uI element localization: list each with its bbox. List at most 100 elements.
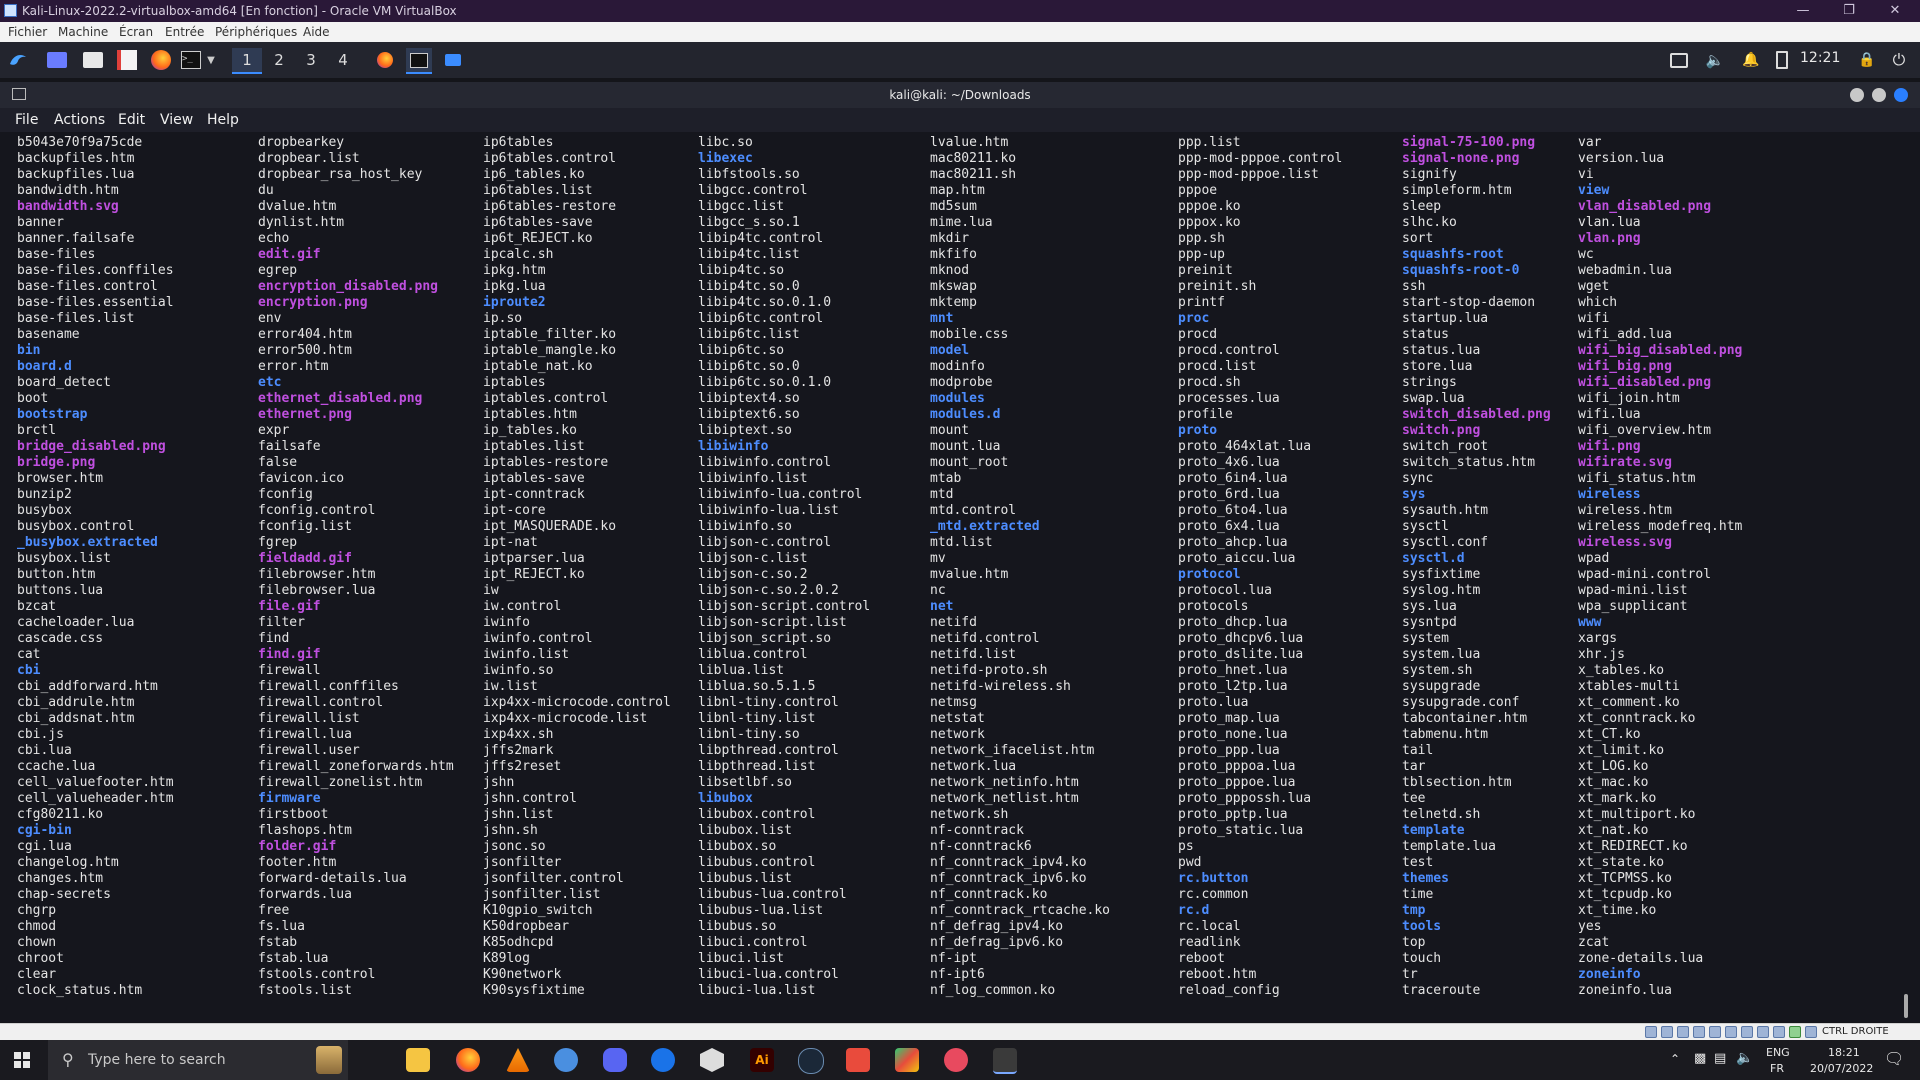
tray-date[interactable]: 20/07/2022 bbox=[1810, 1062, 1873, 1075]
ls-entry: cell_valuefooter.htm bbox=[17, 775, 174, 790]
terminal-minimize-button[interactable] bbox=[1850, 88, 1864, 102]
ls-entry: ip6t_REJECT.ko bbox=[483, 231, 593, 246]
terminal-window-icon bbox=[12, 88, 26, 100]
ls-entry: bzcat bbox=[17, 599, 57, 614]
ls-entry: xargs bbox=[1578, 631, 1618, 646]
terminal-menu-actions[interactable]: Actions bbox=[54, 108, 105, 132]
package-cube-icon[interactable] bbox=[700, 1048, 724, 1072]
ls-entry: sort bbox=[1402, 231, 1434, 246]
close-button[interactable]: ✕ bbox=[1872, 0, 1918, 22]
tray-overflow-icon[interactable]: ⌃ bbox=[1670, 1052, 1680, 1066]
display-status-icon[interactable] bbox=[1741, 1026, 1753, 1038]
mouse-integration-icon[interactable] bbox=[1789, 1026, 1801, 1038]
illustrator-icon[interactable]: Ai bbox=[750, 1048, 774, 1072]
power-icon[interactable]: ⏻ bbox=[1888, 48, 1910, 72]
cpu-status-icon[interactable] bbox=[1773, 1026, 1785, 1038]
display-icon[interactable] bbox=[1668, 48, 1690, 72]
ls-entry: protocol bbox=[1178, 567, 1241, 582]
tray-time[interactable]: 18:21 bbox=[1828, 1046, 1860, 1059]
windows-start-icon[interactable] bbox=[14, 1052, 30, 1068]
ls-entry: template bbox=[1402, 823, 1465, 838]
ls-entry: proto_464xlat.lua bbox=[1178, 439, 1312, 454]
workspace-4[interactable]: 4 bbox=[328, 48, 358, 72]
vbox-menu-ecran[interactable]: Écran bbox=[119, 22, 153, 42]
hdd-status-icon[interactable] bbox=[1645, 1026, 1657, 1038]
minimize-button[interactable]: — bbox=[1780, 0, 1826, 22]
maximize-button[interactable]: ❐ bbox=[1826, 0, 1872, 22]
ls-entry: sys.lua bbox=[1402, 599, 1457, 614]
steam-icon[interactable] bbox=[798, 1048, 824, 1074]
desktop-icon[interactable] bbox=[44, 48, 70, 72]
ls-entry: firewall.user bbox=[258, 743, 360, 758]
ls-entry: wifi bbox=[1578, 311, 1610, 326]
terminal-maximize-button[interactable] bbox=[1872, 88, 1886, 102]
ls-entry: sync bbox=[1402, 471, 1434, 486]
terminal-close-button[interactable] bbox=[1894, 88, 1908, 102]
firefox-icon[interactable] bbox=[148, 48, 174, 72]
ls-entry: squashfs-root bbox=[1402, 247, 1504, 262]
ls-entry: cbi_addforward.htm bbox=[17, 679, 158, 694]
ls-entry: iw.control bbox=[483, 599, 562, 614]
tray-network-icon[interactable]: ▤ bbox=[1714, 1051, 1726, 1066]
workspace-3[interactable]: 3 bbox=[296, 48, 326, 72]
tray-device-icon[interactable]: ▩ bbox=[1694, 1051, 1706, 1066]
ls-entry: xt_comment.ko bbox=[1578, 695, 1680, 710]
network-status-icon[interactable] bbox=[1693, 1026, 1705, 1038]
terminal-output[interactable]: b5043e70f9a75cde backupfiles.htm backupfil… bbox=[0, 132, 1920, 1022]
red-cube-icon[interactable] bbox=[846, 1048, 870, 1072]
file-manager-icon[interactable] bbox=[80, 48, 106, 72]
lock-icon[interactable]: 🔒 bbox=[1856, 48, 1878, 72]
tray-region[interactable]: FR bbox=[1770, 1062, 1784, 1075]
file-explorer-icon[interactable] bbox=[406, 1048, 430, 1072]
colorful-app-icon[interactable] bbox=[895, 1048, 919, 1072]
ls-entry: webadmin.lua bbox=[1578, 263, 1672, 278]
vbox-menu-aide[interactable]: Aide bbox=[303, 22, 330, 42]
ls-entry: modinfo bbox=[930, 359, 985, 374]
action-center-icon[interactable]: 🗨 bbox=[1884, 1049, 1904, 1068]
chevron-down-icon[interactable]: ▼ bbox=[204, 48, 218, 72]
screen-recorder-icon[interactable] bbox=[944, 1048, 968, 1072]
ls-entry: proto_6in4.lua bbox=[1178, 471, 1288, 486]
vbox-menu-machine[interactable]: Machine bbox=[58, 22, 108, 42]
terminal-launcher-icon[interactable]: >_ bbox=[180, 48, 202, 72]
messenger-icon[interactable] bbox=[651, 1048, 675, 1072]
keyboard-status-icon[interactable] bbox=[1805, 1026, 1817, 1038]
ls-entry: ppp.list bbox=[1178, 135, 1241, 150]
terminal-scrollbar[interactable] bbox=[1904, 994, 1908, 1018]
vbox-menu-peripheriques[interactable]: Périphériques bbox=[215, 22, 297, 42]
audio-status-icon[interactable] bbox=[1677, 1026, 1689, 1038]
taskbar-firefox-icon[interactable] bbox=[456, 1048, 480, 1072]
kali-menu-icon[interactable] bbox=[4, 48, 32, 72]
vbox-menu-entree[interactable]: Entrée bbox=[165, 22, 204, 42]
task-firefox-icon[interactable] bbox=[372, 48, 398, 72]
ls-entry: net bbox=[930, 599, 954, 614]
battery-icon[interactable] bbox=[1774, 48, 1790, 72]
task-folder-icon[interactable] bbox=[440, 48, 466, 72]
ls-entry: nc bbox=[930, 583, 946, 598]
ls-entry: processes.lua bbox=[1178, 391, 1280, 406]
qbittorrent-icon[interactable] bbox=[554, 1048, 578, 1072]
text-editor-icon[interactable] bbox=[114, 48, 140, 72]
workspace-2[interactable]: 2 bbox=[264, 48, 294, 72]
terminal-menu-edit[interactable]: Edit bbox=[118, 108, 145, 132]
recording-status-icon[interactable] bbox=[1757, 1026, 1769, 1038]
workspace-1[interactable]: 1 bbox=[232, 48, 262, 74]
task-terminal-icon[interactable] bbox=[406, 48, 432, 74]
taskbar-search-box[interactable]: ⚲ Type here to search bbox=[48, 1040, 348, 1080]
terminal-menu-view[interactable]: View bbox=[160, 108, 193, 132]
notification-bell-icon[interactable]: 🔔 bbox=[1740, 48, 1762, 72]
terminal-menu-help[interactable]: Help bbox=[207, 108, 239, 132]
shared-folder-status-icon[interactable] bbox=[1725, 1026, 1737, 1038]
ls-entry: www bbox=[1578, 615, 1602, 630]
usb-status-icon[interactable] bbox=[1709, 1026, 1721, 1038]
terminal-menu-file[interactable]: File bbox=[15, 108, 38, 132]
optical-status-icon[interactable] bbox=[1661, 1026, 1673, 1038]
panel-clock[interactable]: 12:21 bbox=[1800, 50, 1840, 66]
volume-icon[interactable]: 🔈 bbox=[1704, 48, 1726, 72]
virtualbox-taskbar-icon[interactable] bbox=[993, 1048, 1017, 1074]
tray-language[interactable]: ENG bbox=[1766, 1046, 1790, 1059]
tray-volume-icon[interactable]: 🔈 bbox=[1736, 1050, 1753, 1066]
discord-icon[interactable] bbox=[603, 1048, 627, 1072]
vbox-menu-fichier[interactable]: Fichier bbox=[8, 22, 47, 42]
vlc-icon[interactable] bbox=[506, 1048, 530, 1072]
